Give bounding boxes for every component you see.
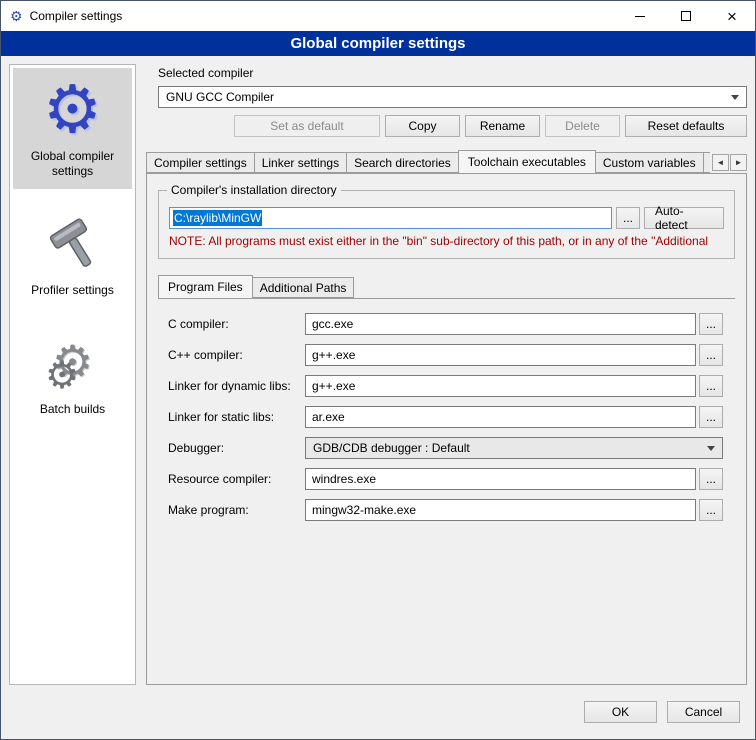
auto-detect-button[interactable]: Auto-detect — [644, 207, 724, 229]
field-row: Resource compiler: windres.exe ... — [168, 468, 723, 490]
maximize-icon — [681, 11, 691, 21]
cancel-button[interactable]: Cancel — [667, 701, 740, 723]
rename-button[interactable]: Rename — [465, 115, 540, 137]
installation-directory-input[interactable]: C:\raylib\MinGW — [169, 207, 612, 229]
selected-compiler-value: GNU GCC Compiler — [166, 90, 725, 104]
window-title: Compiler settings — [30, 9, 123, 23]
compiler-settings-window: ⚙ Compiler settings × Global compiler se… — [0, 0, 756, 740]
tab-scroll-left-button[interactable]: ◄ — [712, 154, 729, 171]
minimize-button[interactable] — [617, 1, 663, 31]
gears-stack-icon: ⚙ ⚙ — [52, 329, 93, 395]
profiler-tool-icon — [44, 210, 102, 276]
resource-compiler-browse-button[interactable]: ... — [699, 468, 723, 490]
resource-compiler-value: windres.exe — [312, 472, 376, 486]
resource-compiler-label: Resource compiler: — [168, 472, 305, 486]
static-linker-browse-button[interactable]: ... — [699, 406, 723, 428]
field-row: Debugger: GDB/CDB debugger : Default — [168, 437, 723, 459]
field-row: Make program: mingw32-make.exe ... — [168, 499, 723, 521]
tab-scroll-right-button[interactable]: ► — [730, 154, 747, 171]
debugger-dropdown[interactable]: GDB/CDB debugger : Default — [305, 437, 723, 459]
maximize-button[interactable] — [663, 1, 709, 31]
program-files-tabs: Program Files Additional Paths — [158, 275, 735, 298]
chevron-down-icon — [707, 446, 715, 451]
c-compiler-label: C compiler: — [168, 317, 305, 331]
installation-directory-group: Compiler's installation directory C:\ray… — [158, 190, 735, 259]
sidebar-item-profiler-settings[interactable]: Profiler settings — [13, 202, 132, 308]
main-panel: Selected compiler GNU GCC Compiler Set a… — [146, 64, 747, 685]
installation-directory-browse-button[interactable]: ... — [616, 207, 640, 229]
field-row: C compiler: gcc.exe ... — [168, 313, 723, 335]
c-compiler-input[interactable]: gcc.exe — [305, 313, 696, 335]
resource-compiler-input[interactable]: windres.exe — [305, 468, 696, 490]
make-program-input[interactable]: mingw32-make.exe — [305, 499, 696, 521]
field-row: Linker for static libs: ar.exe ... — [168, 406, 723, 428]
c-compiler-browse-button[interactable]: ... — [699, 313, 723, 335]
reset-defaults-button[interactable]: Reset defaults — [625, 115, 747, 137]
cpp-compiler-label: C++ compiler: — [168, 348, 305, 362]
dynamic-linker-browse-button[interactable]: ... — [699, 375, 723, 397]
close-button[interactable]: × — [709, 1, 755, 31]
selected-text: C:\raylib\MinGW — [173, 210, 262, 226]
static-linker-label: Linker for static libs: — [168, 410, 305, 424]
make-program-label: Make program: — [168, 503, 305, 517]
c-compiler-value: gcc.exe — [312, 317, 353, 331]
dynamic-linker-label: Linker for dynamic libs: — [168, 379, 305, 393]
selected-compiler-label: Selected compiler — [158, 66, 747, 80]
set-as-default-button: Set as default — [234, 115, 380, 137]
dialog-body: ⚙ Global compiler settings Profiler sett… — [1, 56, 755, 693]
page-title: Global compiler settings — [1, 31, 755, 56]
minimize-icon — [635, 16, 645, 17]
copy-button[interactable]: Copy — [385, 115, 460, 137]
settings-tabs: Compiler settings Linker settings Search… — [146, 150, 747, 173]
tab-scroll-controls: ◄ ► — [712, 154, 747, 171]
close-icon: × — [727, 8, 737, 25]
tab-linker-settings[interactable]: Linker settings — [254, 152, 347, 173]
sidebar-item-label: Batch builds — [40, 402, 105, 417]
tab-custom-variables[interactable]: Custom variables — [595, 152, 704, 173]
note-text: NOTE: All programs must exist either in … — [169, 234, 724, 248]
installation-directory-row: C:\raylib\MinGW ... Auto-detect — [169, 207, 724, 229]
tab-toolchain-executables[interactable]: Toolchain executables — [458, 150, 596, 173]
cpp-compiler-value: g++.exe — [312, 348, 355, 362]
debugger-label: Debugger: — [168, 441, 305, 455]
cpp-compiler-input[interactable]: g++.exe — [305, 344, 696, 366]
tabs-scroller: Compiler settings Linker settings Search… — [146, 150, 710, 173]
field-row: Linker for dynamic libs: g++.exe ... — [168, 375, 723, 397]
tab-compiler-settings[interactable]: Compiler settings — [146, 152, 255, 173]
dialog-footer: OK Cancel — [1, 693, 755, 739]
gear-icon: ⚙ — [43, 76, 102, 142]
dynamic-linker-input[interactable]: g++.exe — [305, 375, 696, 397]
tab-build-options[interactable]: Buil — [703, 152, 710, 173]
compiler-actions: Set as default Copy Rename Delete Reset … — [158, 115, 747, 137]
field-row: C++ compiler: g++.exe ... — [168, 344, 723, 366]
sidebar-item-label: Profiler settings — [31, 283, 114, 298]
sidebar-item-label: Global compiler settings — [15, 149, 130, 179]
sidebar-item-global-compiler-settings[interactable]: ⚙ Global compiler settings — [13, 68, 132, 189]
program-files-page: C compiler: gcc.exe ... C++ compiler: g+… — [158, 298, 735, 521]
window-icon: ⚙ — [10, 9, 23, 23]
tab-search-directories[interactable]: Search directories — [346, 152, 459, 173]
chevron-down-icon — [731, 95, 739, 100]
make-program-value: mingw32-make.exe — [312, 503, 416, 517]
sidebar-item-batch-builds[interactable]: ⚙ ⚙ Batch builds — [13, 321, 132, 427]
selected-compiler-dropdown[interactable]: GNU GCC Compiler — [158, 86, 747, 108]
cpp-compiler-browse-button[interactable]: ... — [699, 344, 723, 366]
selected-compiler-section: Selected compiler GNU GCC Compiler Set a… — [146, 64, 747, 137]
subtab-additional-paths[interactable]: Additional Paths — [252, 277, 355, 298]
toolchain-executables-panel: Compiler's installation directory C:\ray… — [146, 173, 747, 685]
installation-directory-group-title: Compiler's installation directory — [167, 183, 341, 197]
ok-button[interactable]: OK — [584, 701, 657, 723]
delete-button: Delete — [545, 115, 620, 137]
settings-sidebar: ⚙ Global compiler settings Profiler sett… — [9, 64, 136, 685]
titlebar: ⚙ Compiler settings × — [1, 1, 755, 31]
make-program-browse-button[interactable]: ... — [699, 499, 723, 521]
arrow-right-icon: ► — [735, 158, 743, 167]
debugger-value: GDB/CDB debugger : Default — [313, 441, 701, 455]
static-linker-value: ar.exe — [312, 410, 345, 424]
arrow-left-icon: ◄ — [717, 158, 725, 167]
static-linker-input[interactable]: ar.exe — [305, 406, 696, 428]
subtab-program-files[interactable]: Program Files — [158, 275, 253, 299]
dynamic-linker-value: g++.exe — [312, 379, 355, 393]
caption-buttons: × — [617, 1, 755, 31]
